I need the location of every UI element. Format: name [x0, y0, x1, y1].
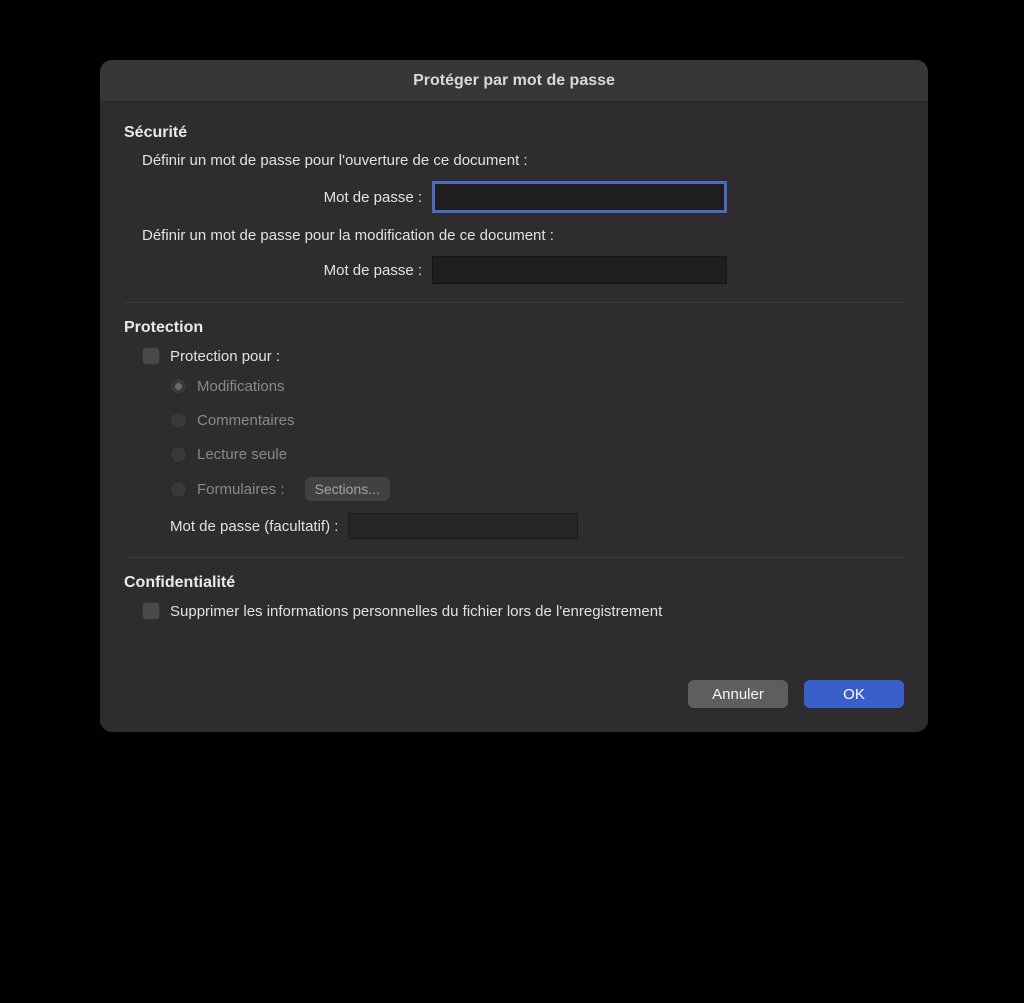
- radio-readonly-label: Lecture seule: [197, 446, 287, 463]
- radio-modifications-label: Modifications: [197, 378, 285, 395]
- dialog-titlebar: Protéger par mot de passe: [100, 60, 928, 102]
- sections-button: Sections...: [305, 477, 390, 501]
- separator: [124, 302, 904, 303]
- open-password-input[interactable]: [432, 181, 727, 213]
- modify-password-label: Mot de passe :: [142, 262, 432, 279]
- open-password-label: Mot de passe :: [142, 189, 432, 206]
- remove-personal-info-label: Supprimer les informations personnelles …: [170, 603, 662, 620]
- dialog-title: Protéger par mot de passe: [413, 72, 615, 90]
- protection-for-checkbox[interactable]: [142, 347, 160, 365]
- separator: [124, 557, 904, 558]
- modify-password-description: Définir un mot de passe pour la modifica…: [142, 227, 904, 244]
- optional-password-input: [348, 513, 578, 539]
- radio-forms-label: Formulaires :: [197, 481, 285, 498]
- privacy-heading: Confidentialité: [124, 574, 904, 592]
- dialog-footer: Annuler OK: [124, 630, 904, 708]
- ok-button[interactable]: OK: [804, 680, 904, 708]
- security-heading: Sécurité: [124, 124, 904, 142]
- optional-password-label: Mot de passe (facultatif) :: [170, 518, 338, 535]
- radio-modifications: [170, 378, 187, 395]
- radio-comments-label: Commentaires: [197, 412, 295, 429]
- modify-password-input[interactable]: [432, 256, 727, 284]
- remove-personal-info-checkbox[interactable]: [142, 602, 160, 620]
- protection-heading: Protection: [124, 319, 904, 337]
- radio-readonly: [170, 446, 187, 463]
- password-protect-dialog: Protéger par mot de passe Sécurité Défin…: [100, 60, 928, 732]
- open-password-description: Définir un mot de passe pour l'ouverture…: [142, 152, 904, 169]
- dialog-body: Sécurité Définir un mot de passe pour l'…: [100, 102, 928, 732]
- radio-forms: [170, 481, 187, 498]
- radio-comments: [170, 412, 187, 429]
- protection-for-label: Protection pour :: [170, 348, 280, 365]
- cancel-button[interactable]: Annuler: [688, 680, 788, 708]
